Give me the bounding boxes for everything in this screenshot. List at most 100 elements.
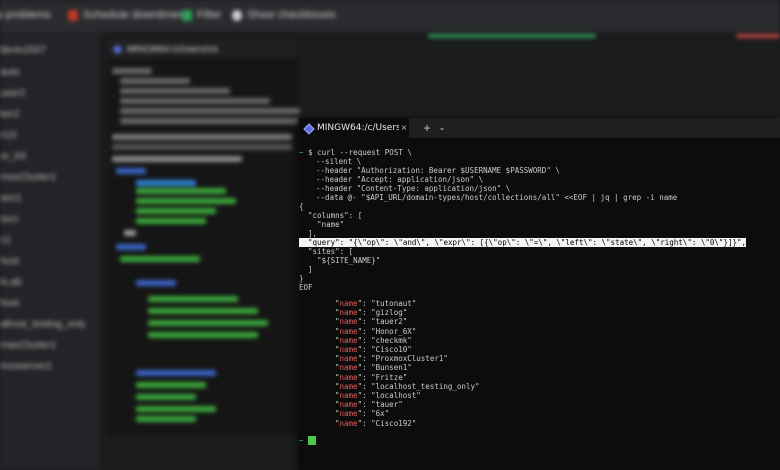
result-key: "name": [335, 391, 363, 400]
sidebar-row[interactable]: user2: [0, 88, 25, 100]
sidebar-row[interactable]: moxCluster1: [0, 172, 56, 184]
result-line: "name": "Fritze": [335, 372, 408, 382]
result-key: "name": [335, 345, 363, 354]
terminal-window[interactable]: MINGW64:/c/Users/Use × + ⌄ ~ $ curl --re…: [299, 118, 780, 470]
result-line: "name": "checkmk": [335, 335, 412, 345]
code-line: [136, 370, 216, 376]
result-key: "name": [335, 409, 363, 419]
result-line: "name": "Cisco10": [335, 345, 412, 354]
chevron-down-icon[interactable]: ⌄: [437, 120, 447, 136]
sidebar-row[interactable]: maxCluster1: [0, 340, 56, 352]
result-value: "tutonaut": [371, 299, 417, 308]
sidebar-row[interactable]: alhost_testing_only: [0, 319, 86, 331]
result-line: "name": "Bunsen1": [335, 363, 412, 373]
background-terminal: MINGW64:/c/Users/Us: [108, 40, 300, 435]
result-value: "tauer2": [371, 317, 408, 327]
result-value: "Fritze": [371, 372, 408, 382]
result-value: "Cisco192": [371, 418, 417, 428]
body-line: "columns": [: [299, 211, 363, 220]
result-value: "Cisco10": [371, 345, 412, 354]
text-cursor: [308, 436, 316, 445]
terminal-output[interactable]: ~ $ curl --request POST \ --silent \ --h…: [299, 148, 780, 470]
code-line: [136, 180, 196, 186]
toolbar-item-problems[interactable]: lp problems: [0, 8, 51, 22]
result-key: "name": [335, 326, 363, 336]
result-key: "name": [335, 418, 363, 428]
code-line: [136, 280, 176, 286]
sidebar-row[interactable]: ker2: [0, 109, 19, 121]
code-line: [136, 198, 236, 204]
sidebar-row[interactable]: sen1: [0, 193, 22, 205]
result-line: "name": "6x": [335, 409, 390, 419]
terminal-tab-title: MINGW64:/c/Users/Use: [317, 123, 399, 133]
result-line: "name": "tauer2": [335, 317, 408, 327]
sidebar-row[interactable]: host: [0, 256, 19, 268]
code-line: [136, 382, 206, 388]
terminal-icon: [112, 44, 123, 54]
result-line: "name": "ProxmoxCluster1": [335, 354, 448, 364]
command-text: $ curl --request POST \: [308, 148, 412, 157]
sidebar-row[interactable]: n10: [0, 130, 17, 142]
new-tab-button[interactable]: +: [420, 120, 434, 136]
code-line: [136, 394, 196, 400]
code-line: [112, 144, 292, 150]
result-key: "name": [335, 335, 363, 345]
result-key: "name": [335, 354, 363, 364]
result-value: "localhost_testing_only": [371, 381, 480, 391]
prompt-arrow: ~: [299, 436, 304, 445]
sidebar-row[interactable]: auto: [0, 67, 19, 79]
result-key: "name": [335, 381, 363, 391]
close-icon[interactable]: ×: [401, 123, 407, 134]
result-value: "checkmk": [371, 335, 412, 345]
code-line: [148, 296, 238, 302]
command-line-3: --header "Authorization: Bearer $USERNAM…: [307, 166, 560, 175]
code-line: [116, 244, 146, 250]
toolbar-checkboxes-label: Show checkboxes: [247, 9, 336, 21]
result-line: "name": "Cisco192": [335, 418, 417, 428]
result-value: "tauer": [371, 400, 403, 410]
result-line: "name": "gizlog": [335, 308, 408, 318]
sidebar-row[interactable]: tze1: [0, 214, 19, 226]
terminal-tabbar: MINGW64:/c/Users/Use × + ⌄: [299, 118, 780, 138]
sidebar-row[interactable]: or_6X: [0, 151, 27, 163]
prompt-arrow: ~: [299, 148, 304, 157]
sidebar-row[interactable]: n1: [0, 235, 11, 247]
toolbar-item-checkboxes[interactable]: Show checkboxes: [232, 8, 336, 22]
code-line: [120, 88, 230, 94]
code-line: [148, 308, 258, 314]
code-line: [148, 320, 268, 326]
filter-icon: [182, 9, 192, 21]
result-value: "localhost": [371, 391, 421, 400]
body-line: ]: [299, 265, 313, 274]
body-line: {: [299, 202, 304, 211]
sidebar-row[interactable]: moxserver1: [0, 361, 52, 373]
toolbar-item-filter[interactable]: Filter: [182, 8, 221, 22]
code-line: [136, 208, 216, 214]
result-value: "6x": [371, 409, 390, 419]
monitoring-toolbar: lp problems Schedule downtimes Filter Sh…: [0, 0, 780, 38]
sidebar-row[interactable]: host: [0, 298, 19, 310]
result-line: "name": "Honor_6X": [335, 326, 417, 336]
command-line-6: --data @- "$API_URL/domain-types/host/co…: [307, 193, 678, 202]
result-key: "name": [335, 363, 363, 373]
code-line: [116, 168, 146, 174]
code-line: [120, 78, 190, 84]
code-line: [124, 230, 136, 236]
toolbar-problems-label: lp problems: [0, 9, 51, 21]
eye-icon: [232, 9, 242, 21]
result-value: "Honor_6X": [371, 326, 417, 336]
toolbar-item-downtimes[interactable]: Schedule downtimes: [68, 8, 185, 22]
result-value: "gizlog": [371, 308, 408, 318]
body-line: "sites": [: [299, 247, 354, 256]
code-line: [148, 332, 258, 338]
body-line: EOF: [299, 283, 313, 292]
code-line: [120, 118, 300, 124]
result-key: "name": [335, 317, 363, 327]
terminal-tab[interactable]: MINGW64:/c/Users/Use ×: [299, 118, 409, 138]
result-key: "name": [335, 372, 363, 382]
result-key: "name": [335, 400, 363, 410]
sidebar-row[interactable]: ble4v2007: [0, 45, 46, 57]
background-terminal-tab-title[interactable]: MINGW64:/c/Users/Us: [127, 44, 218, 54]
sidebar-row[interactable]: lo.ab: [0, 277, 22, 289]
body-line: "name": [299, 220, 345, 229]
